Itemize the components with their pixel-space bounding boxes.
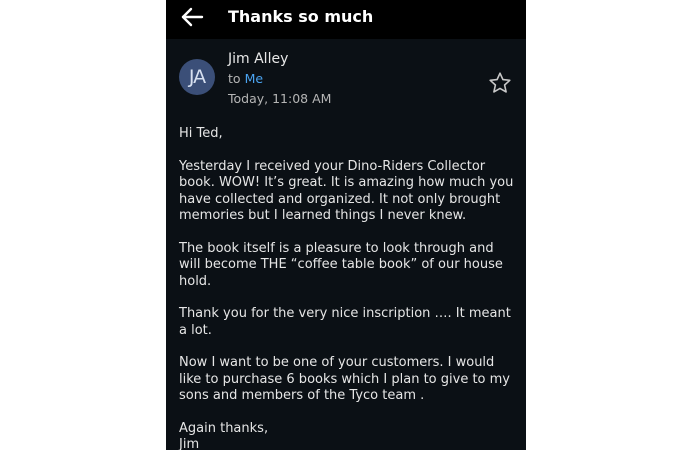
body-paragraph: Hi Ted, [179, 126, 223, 141]
message-timestamp: Today, 11:08 AM [228, 91, 332, 106]
body-paragraph: Yesterday I received your Dino-Riders Co… [179, 158, 514, 224]
recipient-prefix: to [228, 71, 241, 86]
recipient-me-link[interactable]: Me [245, 71, 263, 86]
arrow-left-icon [181, 7, 204, 27]
email-screen: Thanks so much JA Jim Alley to Me Today, … [166, 0, 526, 450]
body-signoff: Again thanks, Jim [179, 420, 269, 450]
recipient-line: to Me [228, 71, 263, 87]
body-paragraph: Now I want to be one of your customers. … [179, 355, 510, 403]
message-body: Hi Ted, Yesterday I received your Dino-R… [179, 126, 519, 450]
back-button[interactable] [176, 3, 208, 31]
sender-name[interactable]: Jim Alley [228, 50, 288, 68]
email-subject-title: Thanks so much [228, 7, 374, 26]
sender-avatar[interactable]: JA [179, 59, 215, 95]
body-paragraph: Thank you for the very nice inscription … [179, 306, 511, 338]
body-paragraph: The book itself is a pleasure to look th… [179, 240, 503, 289]
star-outline-icon [489, 72, 511, 93]
message-header: JA Jim Alley to Me Today, 11:08 AM [166, 39, 526, 119]
star-button[interactable] [488, 71, 512, 95]
app-bar: Thanks so much [166, 0, 526, 39]
